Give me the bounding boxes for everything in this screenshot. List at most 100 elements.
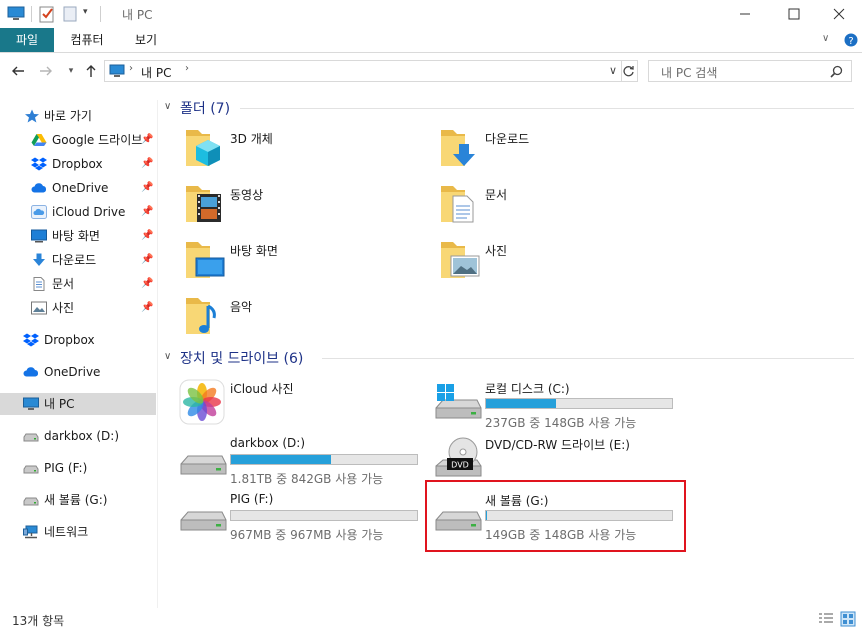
device-drive-d[interactable]: darkbox (D:) 1.81TB 중 842GB 사용 가능 xyxy=(160,430,418,486)
search-icon[interactable] xyxy=(830,65,843,78)
tab-file[interactable]: 파일 xyxy=(0,28,54,52)
sidebar-item-label: iCloud Drive xyxy=(52,205,126,219)
icloud-photos-icon xyxy=(179,379,225,425)
drive-icon xyxy=(23,497,39,506)
sidebar-item-dropbox-root[interactable]: Dropbox xyxy=(0,329,156,351)
device-label: PIG (F:) xyxy=(230,492,274,506)
minimize-button[interactable] xyxy=(722,0,768,28)
star-icon xyxy=(25,109,39,123)
tab-view[interactable]: 보기 xyxy=(120,28,172,52)
pin-icon[interactable]: 📌 xyxy=(141,225,153,247)
sidebar-item-network[interactable]: 네트워크 xyxy=(0,521,156,543)
device-drive-f[interactable]: PIG (F:) 967MB 중 967MB 사용 가능 xyxy=(160,486,418,542)
pin-icon[interactable]: 📌 xyxy=(141,297,153,319)
back-button[interactable] xyxy=(9,62,27,80)
address-dropdown-icon[interactable]: ∨ xyxy=(609,64,617,77)
properties-icon[interactable] xyxy=(39,5,55,23)
device-dvd-drive-e[interactable]: DVD DVD/CD-RW 드라이브 (E:) xyxy=(415,430,665,486)
sidebar-item-label: 내 PC xyxy=(44,397,75,411)
sidebar-item-downloads[interactable]: 다운로드 📌 xyxy=(0,249,156,271)
status-bar: 13개 항목 xyxy=(0,608,862,630)
drive-space-text: 1.81TB 중 842GB 사용 가능 xyxy=(230,472,384,486)
sidebar-item-label: Dropbox xyxy=(52,157,103,171)
maximize-button[interactable] xyxy=(771,0,817,28)
sidebar-item-this-pc[interactable]: 내 PC xyxy=(0,393,156,415)
pin-icon[interactable]: 📌 xyxy=(141,249,153,271)
drive-usage-bar xyxy=(230,510,418,521)
computer-icon xyxy=(7,6,25,20)
sidebar-item-label: OneDrive xyxy=(52,181,109,195)
pin-icon[interactable]: 📌 xyxy=(141,177,153,199)
folder-music[interactable]: 음악 xyxy=(160,292,400,344)
chevron-down-icon: ∨ xyxy=(164,351,172,362)
device-drive-c[interactable]: 로컬 디스크 (C:) 237GB 중 148GB 사용 가능 xyxy=(415,374,673,430)
sidebar-item-quick-access[interactable]: 바로 가기 xyxy=(0,105,156,127)
dvd-drive-icon: DVD xyxy=(435,437,482,477)
folder-desktop[interactable]: 바탕 화면 xyxy=(160,236,400,288)
drive-icon xyxy=(180,455,227,475)
folder-videos[interactable]: 동영상 xyxy=(160,180,400,232)
breadcrumb-item[interactable]: 내 PC xyxy=(141,64,171,81)
sidebar-item-drive-d[interactable]: darkbox (D:) xyxy=(0,425,156,447)
chevron-down-icon: ∨ xyxy=(164,101,172,112)
address-bar[interactable]: › 내 PC › ∨ xyxy=(104,60,622,82)
sidebar-item-icloud-drive[interactable]: iCloud Drive 📌 xyxy=(0,201,156,223)
device-label: DVD/CD-RW 드라이브 (E:) xyxy=(485,438,630,452)
drive-icon xyxy=(23,433,39,442)
arrow-left-icon xyxy=(12,66,24,76)
folder-downloads[interactable]: 다운로드 xyxy=(415,124,655,176)
sidebar-item-google-drive[interactable]: Google 드라이브 📌 xyxy=(0,129,156,151)
search-box[interactable]: 내 PC 검색 xyxy=(648,60,852,82)
pin-icon[interactable]: 📌 xyxy=(141,273,153,295)
expand-ribbon-icon[interactable]: ∨ xyxy=(822,33,829,44)
drive-usage-bar xyxy=(485,398,673,409)
pin-icon[interactable]: 📌 xyxy=(141,201,153,223)
folder-3d-objects[interactable]: 3D 개체 xyxy=(160,124,400,176)
computer-icon xyxy=(23,397,39,410)
help-icon[interactable]: ? xyxy=(844,33,858,47)
details-view-icon[interactable] xyxy=(818,612,834,626)
sidebar-item-documents[interactable]: 문서 📌 xyxy=(0,273,156,295)
recent-locations-button[interactable]: ▾ xyxy=(62,62,80,80)
folder-documents[interactable]: 문서 xyxy=(415,180,655,232)
new-folder-icon[interactable] xyxy=(63,5,77,23)
icloud-icon xyxy=(31,205,47,219)
tab-computer[interactable]: 컴퓨터 xyxy=(60,28,114,52)
sidebar-item-label: 네트워크 xyxy=(44,525,89,539)
forward-button[interactable] xyxy=(37,62,55,80)
sidebar-item-drive-f[interactable]: PIG (F:) xyxy=(0,457,156,479)
refresh-icon xyxy=(623,66,634,77)
device-label: 로컬 디스크 (C:) xyxy=(485,382,570,396)
group-header-folders[interactable]: ∨ 폴더 (7) xyxy=(160,98,860,118)
group-title: 장치 및 드라이브 (6) xyxy=(180,351,304,367)
up-button[interactable] xyxy=(82,62,100,80)
device-icloud-photos[interactable]: iCloud 사진 xyxy=(160,374,410,430)
pin-icon[interactable]: 📌 xyxy=(141,129,153,151)
breadcrumb-chevron-icon[interactable]: › xyxy=(129,63,133,74)
sidebar-item-label: PIG (F:) xyxy=(44,461,88,475)
sidebar-item-drive-g[interactable]: 새 볼륨 (G:) xyxy=(0,489,156,511)
refresh-button[interactable] xyxy=(620,60,638,82)
large-icons-view-icon[interactable] xyxy=(840,611,856,627)
3d-objects-folder-icon xyxy=(186,130,220,166)
item-count: 13개 항목 xyxy=(12,614,65,628)
folder-label: 다운로드 xyxy=(485,132,530,146)
divider xyxy=(31,6,32,22)
folder-pictures[interactable]: 사진 xyxy=(415,236,655,288)
customize-quick-access-icon[interactable]: ▾ xyxy=(83,7,88,17)
sidebar-item-dropbox[interactable]: Dropbox 📌 xyxy=(0,153,156,175)
close-button[interactable] xyxy=(816,0,862,28)
sidebar-item-onedrive[interactable]: OneDrive 📌 xyxy=(0,177,156,199)
pictures-folder-icon xyxy=(441,242,480,278)
pin-icon[interactable]: 📌 xyxy=(141,153,153,175)
folder-label: 문서 xyxy=(485,188,508,202)
arrow-up-icon xyxy=(86,65,96,77)
sidebar-item-pictures[interactable]: 사진 📌 xyxy=(0,297,156,319)
minimize-icon xyxy=(740,13,750,15)
sidebar-item-desktop[interactable]: 바탕 화면 📌 xyxy=(0,225,156,247)
breadcrumb-chevron-icon[interactable]: › xyxy=(185,63,189,74)
music-folder-icon xyxy=(186,298,216,334)
group-header-devices[interactable]: ∨ 장치 및 드라이브 (6) xyxy=(160,348,860,368)
sidebar-item-onedrive-root[interactable]: OneDrive xyxy=(0,361,156,383)
sidebar-item-label: 사진 xyxy=(52,301,75,315)
